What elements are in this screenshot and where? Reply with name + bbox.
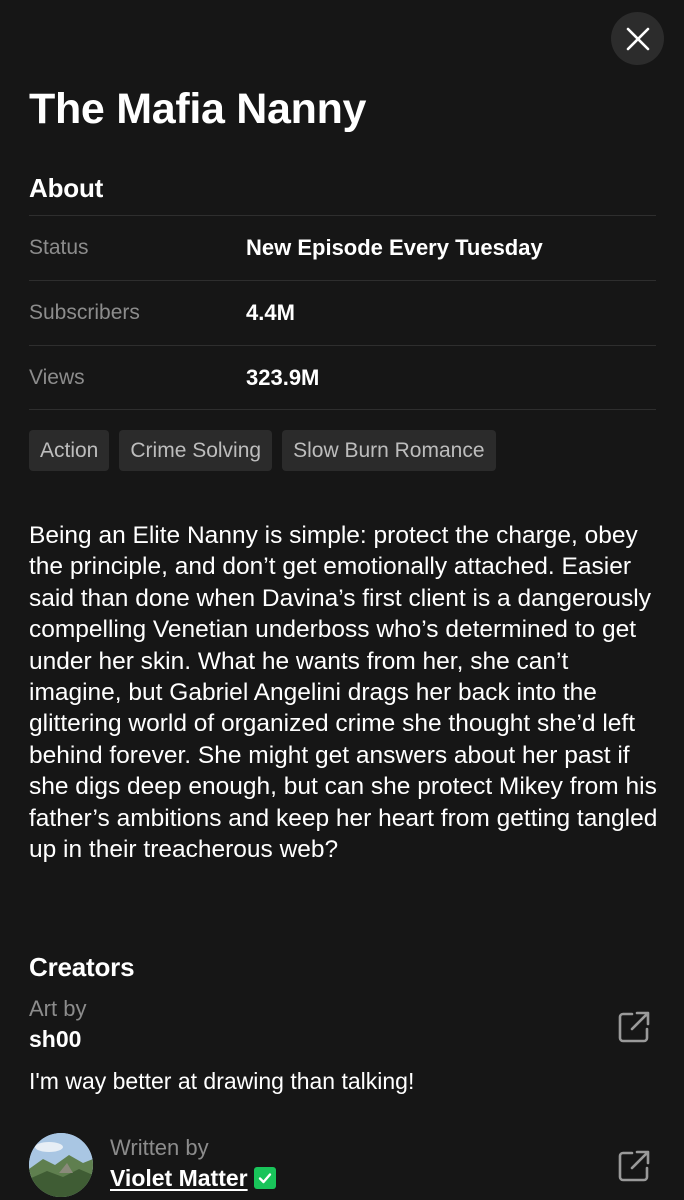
creators-heading: Creators [29,952,135,982]
tag-crime-solving[interactable]: Crime Solving [119,430,273,471]
creator-name[interactable]: sh00 [29,1024,655,1054]
creator-writer: Written by Violet Matter [29,1133,655,1200]
writer-text: Written by Violet Matter [110,1133,276,1193]
tag-action[interactable]: Action [29,430,110,471]
creator-name[interactable]: Violet Matter [110,1163,248,1193]
external-link-icon[interactable] [615,1008,653,1046]
creator-bio: I'm way better at drawing than talking! [29,1068,415,1094]
info-table: Status New Episode Every Tuesday Subscri… [29,215,656,410]
info-row-subscribers: Subscribers 4.4M [29,280,656,345]
close-button[interactable] [611,12,664,65]
info-row-views: Views 323.9M [29,345,656,410]
synopsis: Being an Elite Nanny is simple: protect … [29,522,658,864]
views-value: 323.9M [246,364,320,390]
creator-artist: Art by sh00 I'm way better at drawing th… [29,994,655,1104]
external-link-icon[interactable] [615,1147,653,1185]
avatar[interactable] [29,1133,93,1197]
subscribers-label: Subscribers [29,301,140,324]
tag-slow-burn-romance[interactable]: Slow Burn Romance [282,430,496,471]
series-info-page: The Mafia Nanny About Status New Episode… [0,0,684,1200]
subscribers-value: 4.4M [246,300,295,325]
genre-tags: Action Crime Solving Slow Burn Romance [29,430,496,471]
creator-role: Written by [110,1135,209,1160]
info-row-status: Status New Episode Every Tuesday [29,215,656,280]
writer-name-line: Violet Matter [110,1163,276,1193]
status-label: Status [29,236,89,259]
creator-role: Art by [29,996,87,1021]
views-label: Views [29,365,85,389]
series-title: The Mafia Nanny [29,85,367,133]
status-value: New Episode Every Tuesday [246,235,543,260]
close-icon [626,27,649,50]
about-heading: About [29,173,104,203]
verified-badge-icon [253,1167,276,1189]
